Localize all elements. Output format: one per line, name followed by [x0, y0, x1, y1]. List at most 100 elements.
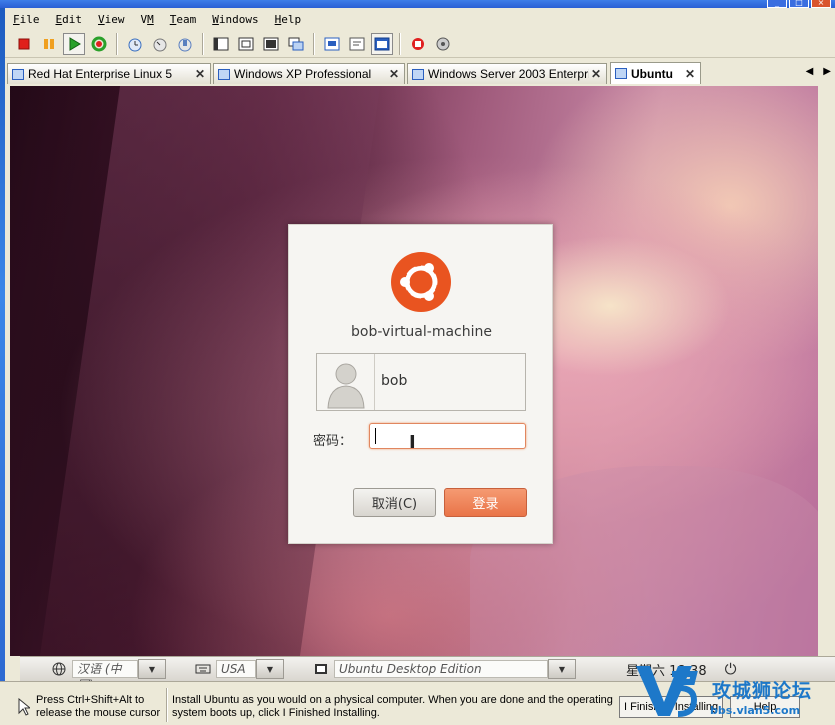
vm-settings-button[interactable]	[432, 33, 454, 55]
full-screen-icon	[238, 37, 254, 50]
password-label: 密码：	[313, 434, 353, 449]
tab-label: Red Hat Enterprise Linux 5	[28, 67, 173, 81]
close-tab-icon[interactable]: ✕	[193, 67, 207, 81]
summary-view-button[interactable]	[321, 33, 343, 55]
tab-red-hat[interactable]: Red Hat Enterprise Linux 5 ✕	[7, 63, 211, 84]
text-cursor-icon: I	[409, 432, 416, 453]
tab-navigation: ◀ ▶	[806, 66, 831, 77]
login-dialog: bob-virtual-machine bob 密码： I 取消(C) 登录	[288, 224, 553, 544]
guest-screen[interactable]: bob-virtual-machine bob 密码： I 取消(C) 登录	[10, 86, 818, 656]
menu-team[interactable]: Team	[162, 13, 205, 26]
quick-switch-button[interactable]	[210, 33, 232, 55]
vm-tab-bar: Red Hat Enterprise Linux 5 ✕ Windows XP …	[5, 62, 835, 84]
toolbar-separator	[116, 32, 118, 55]
tab-scroll-left-icon[interactable]: ◀	[806, 66, 814, 77]
quick-switch-icon	[213, 37, 229, 50]
tabs-view-icon	[374, 37, 390, 50]
appliance-view-icon	[349, 37, 365, 50]
text-caret	[375, 428, 376, 444]
menu-vm[interactable]: VM	[133, 13, 162, 26]
tab-label: Windows XP Professional	[234, 67, 372, 81]
watermark-url: bbs.vlan5.com	[710, 704, 801, 717]
summary-view-icon	[324, 37, 340, 50]
unity-button[interactable]	[260, 33, 282, 55]
chevron-down-icon[interactable]: ▼	[548, 659, 576, 679]
settings-icon	[436, 37, 450, 50]
tab-windows-server-2003[interactable]: Windows Server 2003 Enterpri... ✕	[407, 63, 607, 84]
tab-windows-xp[interactable]: Windows XP Professional ✕	[213, 63, 405, 84]
maximize-icon[interactable]: □	[789, 0, 809, 8]
close-tab-icon[interactable]: ✕	[589, 67, 603, 81]
vmware-window: _ □ × File Edit View VM Team Windows Hel…	[0, 0, 835, 725]
tab-scroll-right-icon[interactable]: ▶	[823, 66, 831, 77]
toolbar-separator	[202, 32, 204, 55]
snapshot-manager-button[interactable]	[174, 33, 196, 55]
vm-icon	[218, 68, 230, 80]
close-window-icon[interactable]: ×	[811, 0, 831, 8]
vm-icon	[412, 68, 424, 80]
release-cursor-hint: Press Ctrl+Shift+Alt to release the mous…	[36, 694, 161, 719]
user-entry[interactable]: bob	[316, 353, 526, 411]
play-icon	[69, 36, 81, 51]
desktop-edge	[0, 8, 5, 725]
install-instructions: Install Ubuntu as you would on a physica…	[172, 694, 613, 719]
pause-icon	[44, 38, 54, 49]
console-view-icon	[288, 37, 304, 50]
menu-file[interactable]: File	[5, 13, 48, 26]
toolbar-separator	[399, 32, 401, 55]
tab-label: Ubuntu	[631, 66, 673, 81]
stop-icon	[18, 38, 30, 49]
right-scroll-edge	[818, 86, 835, 656]
reset-icon	[91, 36, 107, 51]
username-label: bob	[381, 373, 408, 389]
keyboard-layout-select[interactable]: USA	[216, 660, 256, 678]
password-input[interactable]	[369, 423, 526, 449]
take-snapshot-button[interactable]	[124, 33, 146, 55]
cancel-button[interactable]: 取消(C)	[353, 488, 436, 517]
keyboard-icon	[194, 660, 212, 678]
appliance-view-button[interactable]	[346, 33, 368, 55]
vm-icon	[12, 68, 24, 80]
globe-icon	[50, 660, 68, 678]
close-tab-icon[interactable]: ✕	[387, 67, 401, 81]
language-select[interactable]: 汉语 (中国)	[72, 660, 138, 692]
team-button[interactable]	[407, 33, 429, 55]
team-icon	[412, 37, 424, 50]
vm-icon	[615, 68, 627, 79]
console-view-button[interactable]	[285, 33, 307, 55]
reset-button[interactable]	[88, 33, 110, 55]
status-separator	[166, 688, 168, 722]
menu-edit[interactable]: Edit	[48, 13, 91, 26]
chevron-down-icon[interactable]: ▼	[256, 659, 284, 679]
mouse-cursor-icon	[18, 697, 32, 720]
tab-ubuntu[interactable]: Ubuntu ✕	[610, 62, 701, 84]
tab-label: Windows Server 2003 Enterpri...	[428, 67, 589, 81]
menu-help[interactable]: Help	[267, 13, 310, 26]
revert-snapshot-button[interactable]	[149, 33, 171, 55]
power-on-button[interactable]	[63, 32, 85, 55]
menu-bar: File Edit View VM Team Windows Help	[5, 10, 835, 28]
avatar	[317, 354, 375, 410]
suspend-button[interactable]	[38, 33, 60, 55]
menu-windows[interactable]: Windows	[204, 13, 266, 26]
hostname-label: bob-virtual-machine	[351, 324, 492, 340]
toolbar-separator	[313, 32, 315, 55]
watermark: 攻城狮论坛 bbs.vlan5.com	[632, 656, 832, 722]
watermark-title: 攻城狮论坛	[712, 680, 813, 702]
full-screen-button[interactable]	[235, 33, 257, 55]
unity-icon	[263, 37, 279, 50]
snapshot-icon	[128, 38, 142, 51]
minimize-icon[interactable]: _	[767, 0, 787, 8]
chevron-down-icon[interactable]: ▼	[138, 659, 166, 679]
toolbar	[5, 30, 835, 58]
close-tab-icon[interactable]: ✕	[683, 67, 697, 81]
snapshot-manager-icon	[178, 38, 192, 51]
session-select[interactable]: Ubuntu Desktop Edition	[334, 660, 548, 678]
login-button[interactable]: 登录	[444, 488, 527, 517]
tabs-view-button[interactable]	[371, 32, 393, 55]
menu-view[interactable]: View	[90, 13, 133, 26]
ubuntu-logo-icon	[391, 252, 451, 312]
session-icon	[312, 660, 330, 678]
power-off-button[interactable]	[13, 33, 35, 55]
window-title-bar[interactable]: _ □ ×	[0, 0, 835, 8]
